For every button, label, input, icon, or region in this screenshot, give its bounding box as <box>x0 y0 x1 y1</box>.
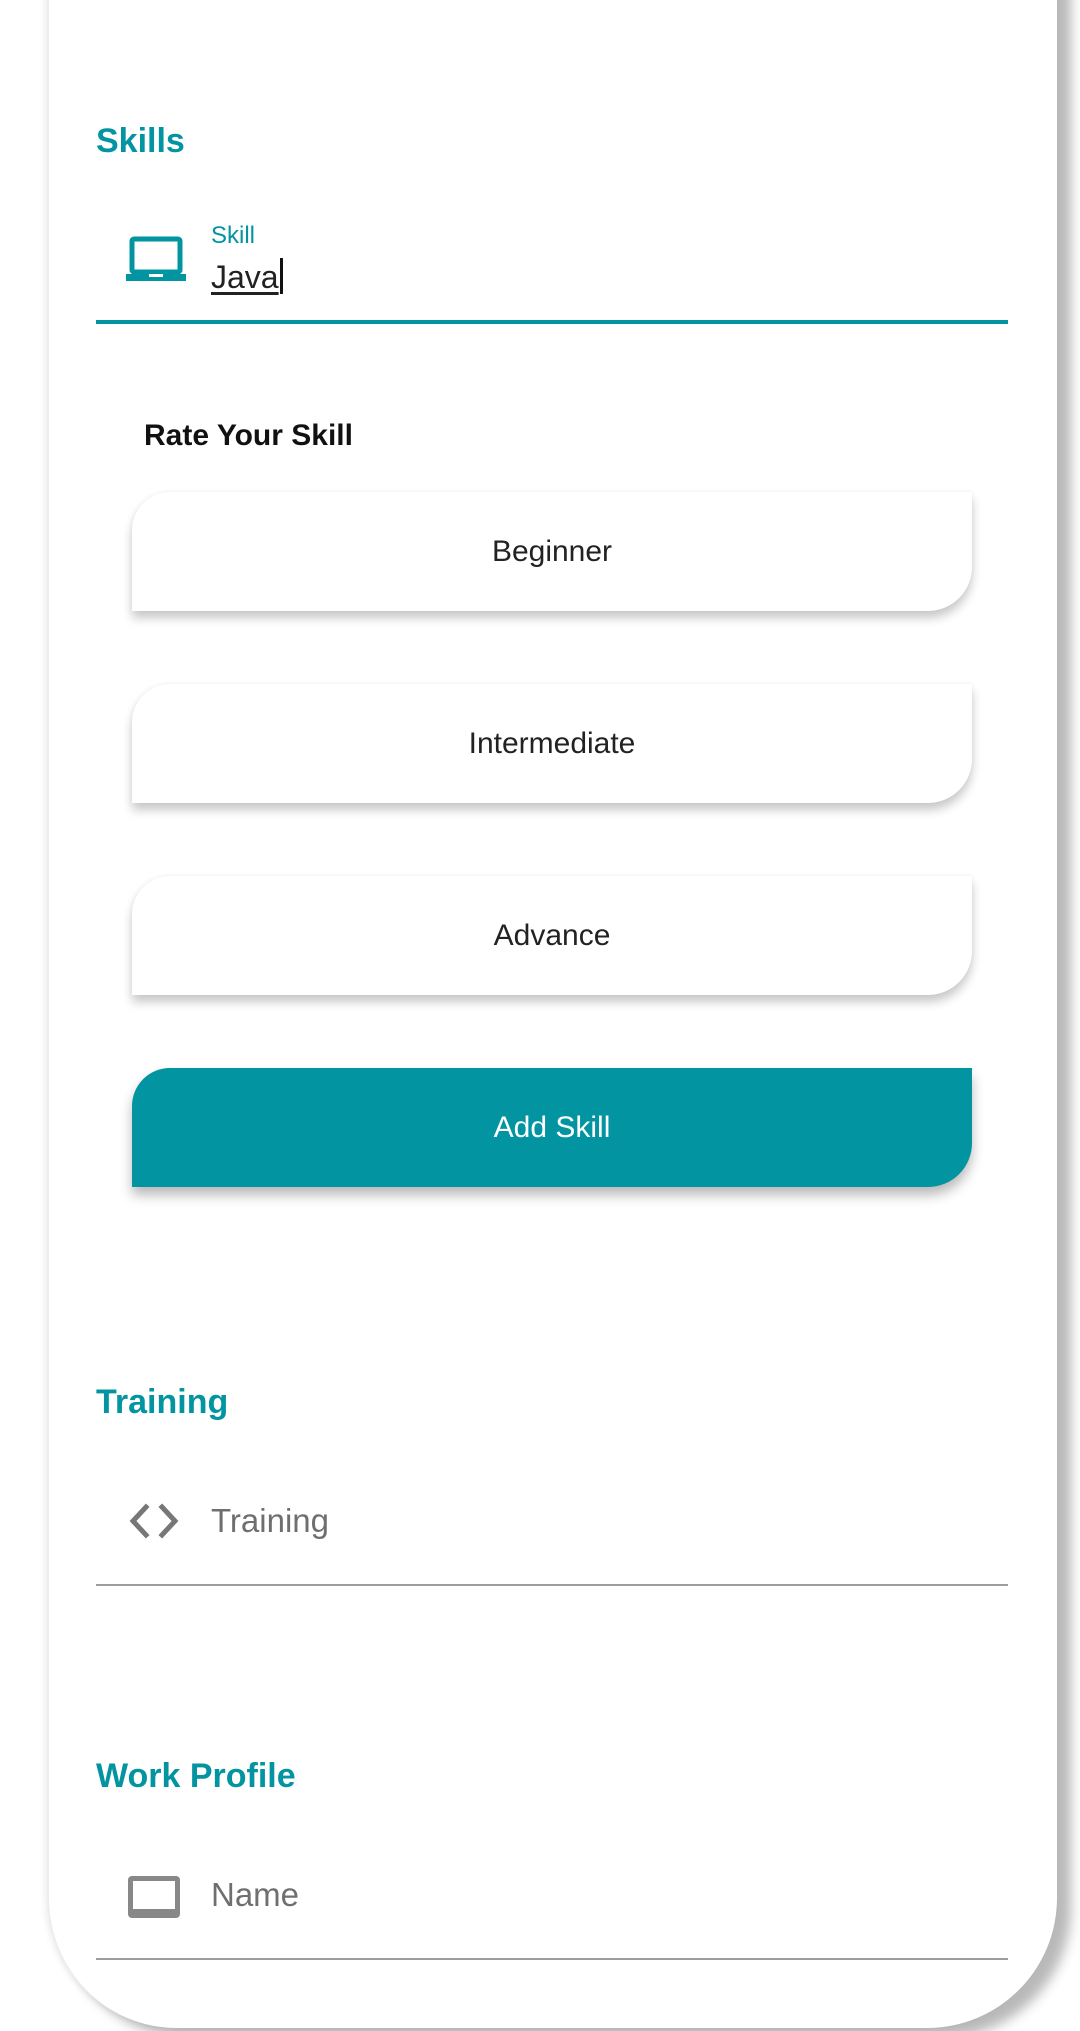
work-profile-name-placeholder: Name <box>211 1876 300 1913</box>
skill-field[interactable]: Skill Java <box>96 222 1008 326</box>
skill-field-underline <box>96 320 1008 324</box>
training-field-placeholder: Training <box>211 1502 329 1539</box>
intermediate-button[interactable]: Intermediate <box>132 684 972 803</box>
training-section-title: Training <box>96 1383 229 1421</box>
laptop-icon <box>126 236 186 289</box>
text-cursor <box>279 258 283 294</box>
work-profile-section-title: Work Profile <box>96 1757 296 1795</box>
beginner-button[interactable]: Beginner <box>132 492 972 611</box>
work-profile-name-field[interactable]: Name <box>96 1864 1008 1962</box>
work-profile-name-underline <box>96 1958 1008 1960</box>
add-skill-button[interactable]: Add Skill <box>132 1068 972 1187</box>
skill-field-label: Skill <box>211 222 256 249</box>
skills-section-title: Skills <box>96 122 185 160</box>
training-field[interactable]: Training <box>96 1490 1008 1586</box>
training-field-underline <box>96 1584 1008 1586</box>
monitor-icon <box>126 1874 182 1925</box>
code-icon <box>128 1502 180 1545</box>
advance-button[interactable]: Advance <box>132 876 972 995</box>
rate-your-skill-title: Rate Your Skill <box>144 419 353 452</box>
skill-input-value[interactable]: Java <box>211 258 283 296</box>
